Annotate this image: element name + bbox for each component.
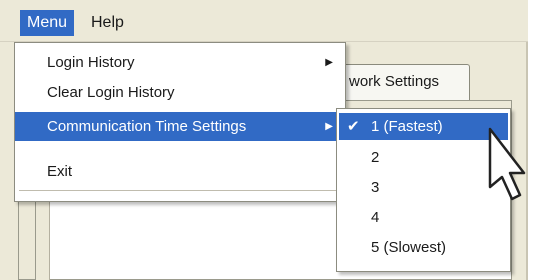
- tab-label: work Settings: [349, 73, 440, 90]
- menu-item-label: Clear Login History: [47, 84, 175, 101]
- menu-item-clear-login-history[interactable]: Clear Login History: [15, 78, 345, 107]
- menu-bar: Menu Help: [0, 0, 528, 42]
- submenu-item-2[interactable]: 2: [339, 144, 508, 171]
- submenu-item-label: 4: [371, 209, 380, 226]
- submenu-item-5-slowest[interactable]: 5 (Slowest): [339, 234, 508, 261]
- menu-separator: [19, 190, 339, 191]
- submenu-item-label: 5 (Slowest): [371, 239, 447, 256]
- menu-item-communication-time-settings[interactable]: Communication Time Settings ▶: [15, 112, 345, 141]
- menu-dropdown: Login History ▶ Clear Login History Comm…: [14, 42, 346, 202]
- menu-item-label: Login History: [47, 54, 135, 71]
- submenu-item-label: 3: [371, 179, 380, 196]
- submenu-item-3[interactable]: 3: [339, 174, 508, 201]
- communication-time-submenu: ✔ 1 (Fastest) 2 3 4 5 (Slowest): [336, 108, 511, 272]
- menubar-help[interactable]: Help: [84, 10, 131, 36]
- submenu-item-1-fastest[interactable]: ✔ 1 (Fastest): [339, 113, 508, 140]
- menu-item-exit[interactable]: Exit: [15, 157, 345, 186]
- tab-network-settings[interactable]: work Settings: [338, 64, 470, 100]
- menu-item-login-history[interactable]: Login History ▶: [15, 48, 345, 77]
- menubar-menu[interactable]: Menu: [20, 10, 75, 36]
- menu-item-label: Communication Time Settings: [47, 118, 247, 135]
- submenu-arrow-icon: ▶: [325, 57, 333, 68]
- submenu-item-label: 2: [371, 149, 380, 166]
- menu-item-label: Exit: [47, 163, 73, 180]
- submenu-arrow-icon: ▶: [325, 121, 333, 132]
- submenu-item-4[interactable]: 4: [339, 204, 508, 231]
- checkmark-icon: ✔: [347, 118, 360, 135]
- submenu-item-label: 1 (Fastest): [371, 118, 443, 135]
- tab-strip: work Settings: [338, 64, 526, 104]
- hand-cursor-icon: [488, 127, 526, 201]
